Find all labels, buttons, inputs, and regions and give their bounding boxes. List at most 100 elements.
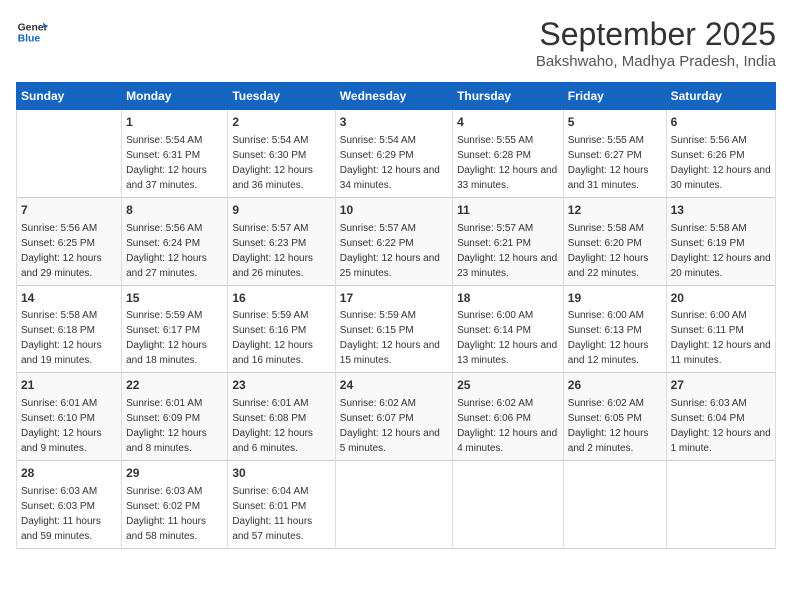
calendar-cell: 24 Sunrise: 6:02 AMSunset: 6:07 PMDayligh… [335, 373, 452, 461]
day-number: 27 [671, 377, 771, 394]
day-info: Sunrise: 5:59 AMSunset: 6:15 PMDaylight:… [340, 310, 440, 366]
calendar-cell: 29 Sunrise: 6:03 AMSunset: 6:02 PMDayligh… [122, 461, 228, 549]
logo: General Blue [16, 16, 48, 48]
day-info: Sunrise: 6:01 AMSunset: 6:09 PMDaylight:… [126, 398, 207, 454]
day-number: 25 [457, 377, 559, 394]
calendar-cell: 21 Sunrise: 6:01 AMSunset: 6:10 PMDayligh… [17, 373, 122, 461]
location-subtitle: Bakshwaho, Madhya Pradesh, India [536, 53, 776, 70]
calendar-week-row: 1Sunrise: 5:54 AMSunset: 6:31 PMDaylight… [17, 110, 776, 198]
calendar-cell: 8 Sunrise: 5:56 AMSunset: 6:24 PMDaylight… [122, 197, 228, 285]
calendar-cell: 4 Sunrise: 5:55 AMSunset: 6:28 PMDaylight… [453, 110, 564, 198]
calendar-cell: 22Sunrise: 6:01 AMSunset: 6:09 PMDayligh… [122, 373, 228, 461]
calendar-cell: 20 Sunrise: 6:00 AMSunset: 6:11 PMDayligh… [666, 285, 775, 373]
day-info: Sunrise: 5:54 AMSunset: 6:29 PMDaylight:… [340, 135, 440, 191]
calendar-cell: 28Sunrise: 6:03 AMSunset: 6:03 PMDayligh… [17, 461, 122, 549]
day-number: 8 [126, 202, 223, 219]
day-number: 5 [568, 114, 662, 131]
day-number: 28 [21, 465, 117, 482]
day-info: Sunrise: 5:57 AMSunset: 6:22 PMDaylight:… [340, 223, 440, 279]
day-number: 20 [671, 290, 771, 307]
day-info: Sunrise: 6:03 AMSunset: 6:04 PMDaylight:… [671, 398, 771, 454]
calendar-cell: 16 Sunrise: 5:59 AMSunset: 6:16 PMDayligh… [228, 285, 335, 373]
weekday-header: Thursday [453, 83, 564, 110]
calendar-cell: 9Sunrise: 5:57 AMSunset: 6:23 PMDaylight… [228, 197, 335, 285]
day-info: Sunrise: 5:59 AMSunset: 6:17 PMDaylight:… [126, 310, 207, 366]
day-number: 3 [340, 114, 448, 131]
day-info: Sunrise: 6:00 AMSunset: 6:14 PMDaylight:… [457, 310, 557, 366]
weekday-header: Monday [122, 83, 228, 110]
day-number: 9 [232, 202, 330, 219]
calendar-cell: 1Sunrise: 5:54 AMSunset: 6:31 PMDaylight… [122, 110, 228, 198]
day-info: Sunrise: 5:58 AMSunset: 6:20 PMDaylight:… [568, 223, 649, 279]
logo-icon: General Blue [16, 16, 48, 48]
day-number: 6 [671, 114, 771, 131]
weekday-header: Tuesday [228, 83, 335, 110]
day-number: 21 [21, 377, 117, 394]
day-info: Sunrise: 6:02 AMSunset: 6:06 PMDaylight:… [457, 398, 557, 454]
weekday-header: Friday [563, 83, 666, 110]
calendar-cell: 14 Sunrise: 5:58 AMSunset: 6:18 PMDayligh… [17, 285, 122, 373]
month-title: September 2025 [536, 16, 776, 53]
weekday-header: Wednesday [335, 83, 452, 110]
day-number: 29 [126, 465, 223, 482]
calendar-cell: 25 Sunrise: 6:02 AMSunset: 6:06 PMDayligh… [453, 373, 564, 461]
calendar-cell [335, 461, 452, 549]
day-number: 11 [457, 202, 559, 219]
calendar-cell: 3 Sunrise: 5:54 AMSunset: 6:29 PMDaylight… [335, 110, 452, 198]
day-info: Sunrise: 6:01 AMSunset: 6:08 PMDaylight:… [232, 398, 313, 454]
day-number: 4 [457, 114, 559, 131]
day-info: Sunrise: 5:55 AMSunset: 6:28 PMDaylight:… [457, 135, 557, 191]
day-number: 1 [126, 114, 223, 131]
page-header: General Blue September 2025 Bakshwaho, M… [16, 16, 776, 70]
day-number: 14 [21, 290, 117, 307]
day-info: Sunrise: 6:01 AMSunset: 6:10 PMDaylight:… [21, 398, 102, 454]
calendar-cell [563, 461, 666, 549]
day-number: 7 [21, 202, 117, 219]
calendar-week-row: 7Sunrise: 5:56 AMSunset: 6:25 PMDaylight… [17, 197, 776, 285]
calendar-cell [666, 461, 775, 549]
day-number: 17 [340, 290, 448, 307]
calendar-cell [453, 461, 564, 549]
calendar-cell: 23 Sunrise: 6:01 AMSunset: 6:08 PMDayligh… [228, 373, 335, 461]
calendar-header-row: SundayMondayTuesdayWednesdayThursdayFrid… [17, 83, 776, 110]
day-info: Sunrise: 6:02 AMSunset: 6:07 PMDaylight:… [340, 398, 440, 454]
calendar-cell: 19 Sunrise: 6:00 AMSunset: 6:13 PMDayligh… [563, 285, 666, 373]
calendar-cell: 6 Sunrise: 5:56 AMSunset: 6:26 PMDaylight… [666, 110, 775, 198]
calendar-week-row: 14 Sunrise: 5:58 AMSunset: 6:18 PMDayligh… [17, 285, 776, 373]
calendar-cell: 2Sunrise: 5:54 AMSunset: 6:30 PMDaylight… [228, 110, 335, 198]
day-info: Sunrise: 6:00 AMSunset: 6:11 PMDaylight:… [671, 310, 771, 366]
calendar-week-row: 21 Sunrise: 6:01 AMSunset: 6:10 PMDayligh… [17, 373, 776, 461]
day-info: Sunrise: 6:03 AMSunset: 6:02 PMDaylight:… [126, 486, 206, 542]
day-info: Sunrise: 6:02 AMSunset: 6:05 PMDaylight:… [568, 398, 649, 454]
day-info: Sunrise: 5:58 AMSunset: 6:18 PMDaylight:… [21, 310, 102, 366]
day-number: 13 [671, 202, 771, 219]
day-number: 10 [340, 202, 448, 219]
day-number: 24 [340, 377, 448, 394]
day-info: Sunrise: 5:56 AMSunset: 6:26 PMDaylight:… [671, 135, 771, 191]
day-info: Sunrise: 5:55 AMSunset: 6:27 PMDaylight:… [568, 135, 649, 191]
day-info: Sunrise: 5:59 AMSunset: 6:16 PMDaylight:… [232, 310, 313, 366]
calendar-cell: 10 Sunrise: 5:57 AMSunset: 6:22 PMDayligh… [335, 197, 452, 285]
day-info: Sunrise: 6:04 AMSunset: 6:01 PMDaylight:… [232, 486, 312, 542]
day-number: 19 [568, 290, 662, 307]
calendar-cell: 18Sunrise: 6:00 AMSunset: 6:14 PMDayligh… [453, 285, 564, 373]
title-block: September 2025 Bakshwaho, Madhya Pradesh… [536, 16, 776, 70]
calendar-cell: 11 Sunrise: 5:57 AMSunset: 6:21 PMDayligh… [453, 197, 564, 285]
calendar-week-row: 28Sunrise: 6:03 AMSunset: 6:03 PMDayligh… [17, 461, 776, 549]
day-number: 26 [568, 377, 662, 394]
day-number: 16 [232, 290, 330, 307]
calendar-cell: 26 Sunrise: 6:02 AMSunset: 6:05 PMDayligh… [563, 373, 666, 461]
calendar-cell: 30 Sunrise: 6:04 AMSunset: 6:01 PMDayligh… [228, 461, 335, 549]
calendar-cell: 27 Sunrise: 6:03 AMSunset: 6:04 PMDayligh… [666, 373, 775, 461]
calendar-cell: 5 Sunrise: 5:55 AMSunset: 6:27 PMDaylight… [563, 110, 666, 198]
weekday-header: Sunday [17, 83, 122, 110]
day-info: Sunrise: 5:56 AMSunset: 6:24 PMDaylight:… [126, 223, 207, 279]
day-number: 30 [232, 465, 330, 482]
svg-text:Blue: Blue [18, 34, 41, 45]
day-info: Sunrise: 6:00 AMSunset: 6:13 PMDaylight:… [568, 310, 649, 366]
day-info: Sunrise: 5:57 AMSunset: 6:21 PMDaylight:… [457, 223, 557, 279]
calendar-table: SundayMondayTuesdayWednesdayThursdayFrid… [16, 82, 776, 549]
day-number: 23 [232, 377, 330, 394]
day-info: Sunrise: 5:58 AMSunset: 6:19 PMDaylight:… [671, 223, 771, 279]
calendar-cell: 12Sunrise: 5:58 AMSunset: 6:20 PMDayligh… [563, 197, 666, 285]
